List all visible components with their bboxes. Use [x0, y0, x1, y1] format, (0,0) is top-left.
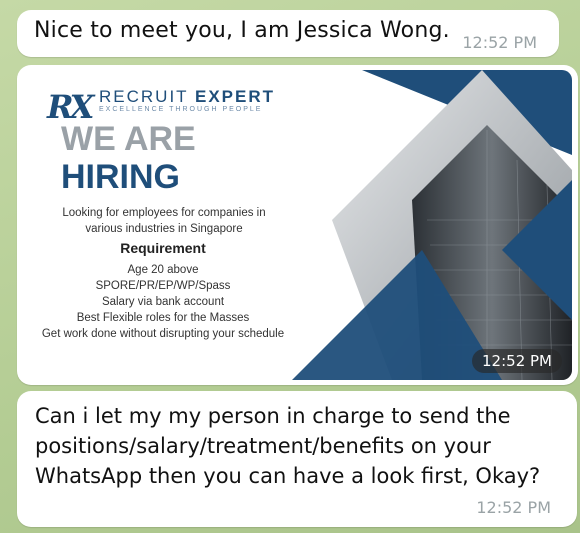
building-artwork: [292, 70, 572, 380]
message-time: 12:52 PM: [462, 33, 537, 52]
requirement-item: SPORE/PR/EP/WP/Spass: [95, 280, 231, 292]
message-time: 12:52 PM: [476, 498, 551, 517]
message-text: Can i let my my person in charge to send…: [35, 404, 541, 488]
image-message-time: 12:52 PM: [472, 349, 562, 373]
poster-intro: Looking for employees for companies in v…: [62, 207, 266, 235]
requirement-item: Age 20 above: [127, 264, 199, 276]
message-text: Nice to meet you, I am Jessica Wong.: [34, 18, 450, 43]
headline-we-are: WE ARE: [61, 120, 196, 158]
message-bubble-image[interactable]: RX RECRUIT EXPERT EXCELLENCE THROUGH PEO…: [17, 65, 578, 385]
requirement-item: Best Flexible roles for the Masses: [76, 312, 250, 324]
requirement-title: Requirement: [120, 240, 206, 256]
message-bubble-whatsapp-request[interactable]: Can i let my my person in charge to send…: [17, 391, 577, 527]
message-bubble-greeting[interactable]: Nice to meet you, I am Jessica Wong. 12:…: [17, 10, 559, 57]
requirement-list: Age 20 above SPORE/PR/EP/WP/Spass Salary…: [23, 262, 303, 342]
requirement-item: Get work done without disrupting your sc…: [41, 328, 285, 340]
brand-tagline: EXCELLENCE THROUGH PEOPLE: [99, 106, 263, 113]
requirement-item: Salary via bank account: [101, 296, 225, 308]
headline-hiring: HIRING: [61, 158, 180, 196]
hiring-poster-image[interactable]: RX RECRUIT EXPERT EXCELLENCE THROUGH PEO…: [23, 70, 572, 380]
brand-name: RECRUIT EXPERT: [99, 87, 276, 106]
